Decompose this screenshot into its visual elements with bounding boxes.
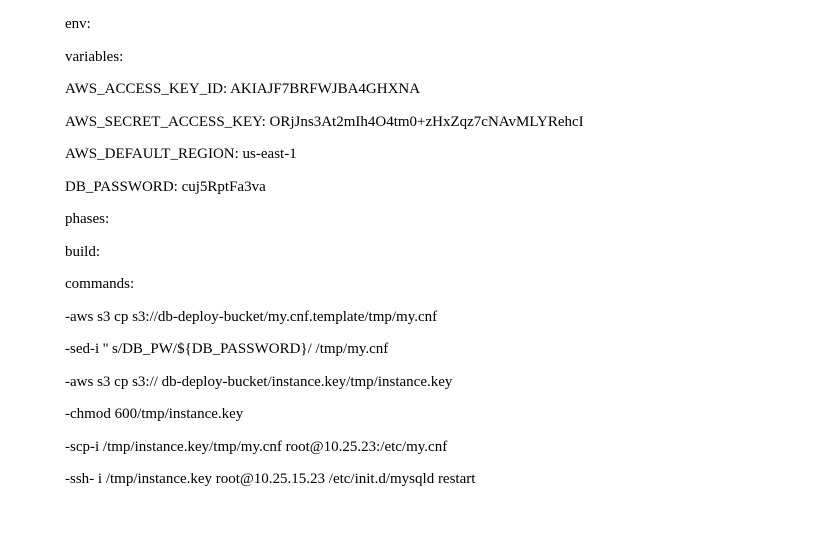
config-line-phases: phases:	[65, 210, 805, 230]
config-line-commands: commands:	[65, 275, 805, 295]
config-line-aws-secret-access-key: AWS_SECRET_ACCESS_KEY: ORjJns3At2mIh4O4t…	[65, 113, 805, 133]
config-line-cmd-s3-cp-template: -aws s3 cp s3://db-deploy-bucket/my.cnf.…	[65, 308, 805, 328]
config-line-cmd-s3-cp-key: -aws s3 cp s3:// db-deploy-bucket/instan…	[65, 373, 805, 393]
config-line-cmd-scp: -scp-i /tmp/instance.key/tmp/my.cnf root…	[65, 438, 805, 458]
config-line-env: env:	[65, 15, 805, 35]
config-line-variables: variables:	[65, 48, 805, 68]
config-line-db-password: DB_PASSWORD: cuj5RptFa3va	[65, 178, 805, 198]
config-line-cmd-ssh: -ssh- i /tmp/instance.key root@10.25.15.…	[65, 470, 805, 490]
config-line-cmd-sed: -sed-i '' s/DB_PW/${DB_PASSWORD}/ /tmp/m…	[65, 340, 805, 360]
config-line-aws-default-region: AWS_DEFAULT_REGION: us-east-1	[65, 145, 805, 165]
config-line-build: build:	[65, 243, 805, 263]
config-line-cmd-chmod: -chmod 600/tmp/instance.key	[65, 405, 805, 425]
code-block: env: variables: AWS_ACCESS_KEY_ID: AKIAJ…	[0, 0, 835, 490]
config-line-aws-access-key-id: AWS_ACCESS_KEY_ID: AKIAJF7BRFWJBA4GHXNA	[65, 80, 805, 100]
